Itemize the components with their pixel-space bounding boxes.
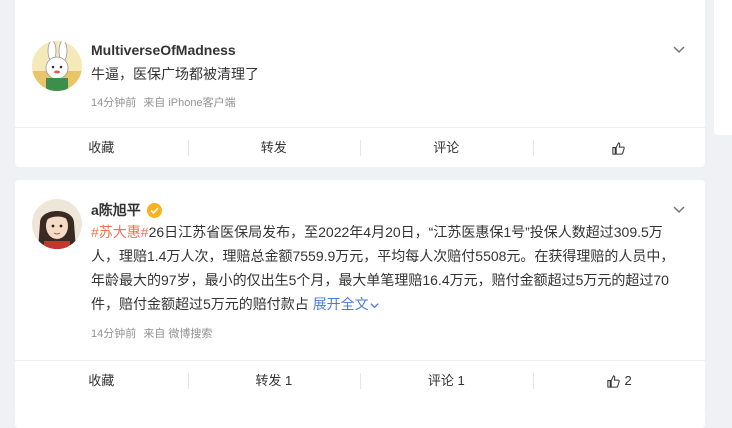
username-link[interactable]: a陈旭平 bbox=[91, 202, 141, 218]
repost-button[interactable]: 转发 bbox=[187, 128, 361, 168]
comment-button[interactable]: 评论 1 bbox=[360, 361, 533, 401]
avatar[interactable] bbox=[32, 199, 82, 249]
post-card bbox=[15, 408, 705, 428]
repost-button[interactable]: 转发 1 bbox=[187, 361, 361, 401]
username[interactable]: MultiverseOfMadness bbox=[91, 42, 236, 58]
action-bar: 收藏 转发 评论 bbox=[15, 127, 705, 168]
hashtag-link[interactable]: #苏大惠# bbox=[91, 224, 149, 240]
like-count: 2 bbox=[624, 373, 632, 388]
chevron-down-icon[interactable] bbox=[671, 201, 687, 217]
like-button[interactable]: 2 bbox=[532, 361, 706, 401]
text-line: #苏大惠#26日江苏省医保局发布，至2022年4月20日，“江苏医惠保1号”投保… bbox=[91, 224, 663, 240]
post-time[interactable]: 14分钟前 bbox=[91, 97, 136, 109]
username: a陈旭平 bbox=[91, 200, 162, 220]
chevron-down-icon bbox=[370, 303, 379, 309]
post-text: #苏大惠#26日江苏省医保局发布，至2022年4月20日，“江苏医惠保1号”投保… bbox=[91, 220, 691, 316]
avatar[interactable] bbox=[32, 41, 82, 91]
post-time[interactable]: 14分钟前 bbox=[91, 328, 136, 340]
comment-button[interactable]: 评论 bbox=[360, 128, 533, 168]
verified-badge-icon bbox=[146, 202, 162, 218]
post-meta: 14分钟前 来自 iPhone客户端 bbox=[91, 94, 240, 110]
thumbs-up-icon bbox=[612, 142, 625, 155]
post-text: 牛逼，医保广场都被清理了 bbox=[91, 66, 259, 82]
chevron-down-icon[interactable] bbox=[671, 41, 687, 57]
text-line: 人，理赔1.4万人次，理赔总金额7559.9万元，平均每人次赔付5508元。在获… bbox=[91, 248, 675, 264]
expand-link[interactable]: 展开全文 bbox=[313, 296, 380, 312]
favorite-button[interactable]: 收藏 bbox=[15, 361, 188, 401]
action-bar: 收藏 转发 1 评论 1 2 bbox=[15, 360, 705, 401]
post-source: 来自 iPhone客户端 bbox=[143, 97, 236, 109]
like-button[interactable] bbox=[532, 128, 706, 168]
thumbs-up-icon bbox=[607, 375, 620, 388]
post-card: a陈旭平 #苏大惠#26日江苏省医保局发布，至2022年4月20日，“江苏医惠保… bbox=[15, 180, 705, 412]
side-panel bbox=[714, 0, 732, 135]
post-card: MultiverseOfMadness 牛逼，医保广场都被清理了 14分钟前 来… bbox=[15, 0, 705, 167]
favorite-button[interactable]: 收藏 bbox=[15, 128, 188, 168]
text-line: 年龄最大的97岁，最小的仅出生5个月，最大单笔理赔16.4万元，赔付金额超过5万… bbox=[91, 272, 669, 288]
text-line: 件，赔付金额超过5万元的赔付款占 展开全文 bbox=[91, 292, 691, 316]
post-source: 来自 微博搜索 bbox=[143, 328, 213, 340]
post-meta: 14分钟前 来自 微博搜索 bbox=[91, 325, 216, 341]
